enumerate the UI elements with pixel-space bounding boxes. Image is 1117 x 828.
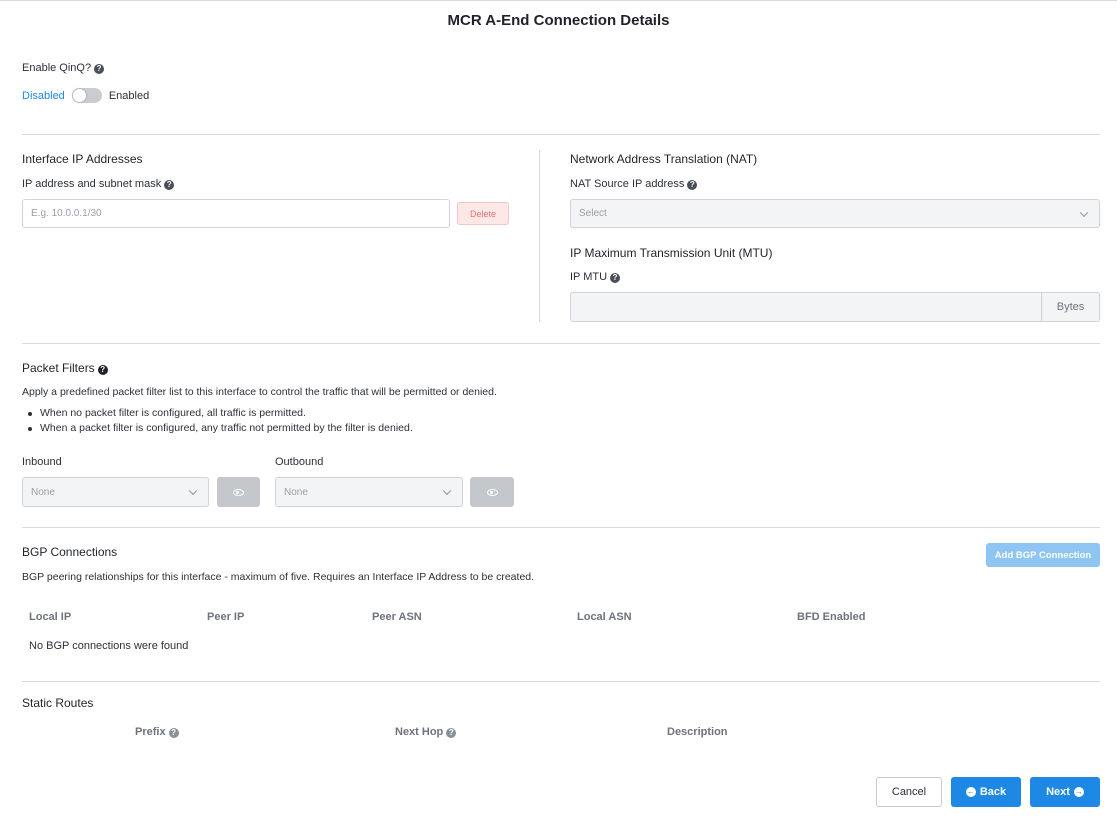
delete-button[interactable]: Delete: [457, 202, 509, 225]
mtu-heading: IP Maximum Transmission Unit (MTU): [570, 246, 773, 260]
outbound-select-value: None: [284, 486, 308, 498]
view-outbound-button[interactable]: [470, 477, 514, 507]
qinq-toggle-row: Disabled Enabled: [22, 88, 149, 103]
qinq-disabled-label: Disabled: [22, 89, 65, 102]
packet-filters-bullets: When no packet filter is configured, all…: [22, 406, 413, 436]
nat-source-select[interactable]: Select: [570, 199, 1100, 228]
ip-field-label-row: IP address and subnet mask?: [22, 178, 175, 190]
back-button[interactable]: ← Back: [951, 777, 1021, 807]
bgp-heading: BGP Connections: [22, 545, 118, 559]
cancel-button[interactable]: Cancel: [876, 777, 942, 807]
column-header: Description: [667, 726, 728, 738]
static-routes-heading: Static Routes: [22, 696, 94, 710]
column-header: Next Hop: [395, 726, 444, 738]
column-header: Peer IP: [207, 611, 245, 623]
outbound-select[interactable]: None: [275, 477, 463, 507]
chevron-down-icon: [442, 486, 452, 496]
page-title: MCR A-End Connection Details: [447, 12, 670, 29]
interface-ip-heading: Interface IP Addresses: [22, 152, 143, 166]
view-inbound-button[interactable]: [217, 477, 260, 507]
mtu-unit-addon: Bytes: [1041, 292, 1100, 322]
mtu-field-label-row: IP MTU?: [570, 271, 621, 283]
nat-field-label: NAT Source IP address: [570, 178, 685, 190]
nat-field-label-row: NAT Source IP address?: [570, 178, 698, 190]
packet-filters-description: Apply a predefined packet filter list to…: [22, 386, 497, 398]
help-icon[interactable]: ?: [94, 64, 105, 74]
outbound-label: Outbound: [275, 456, 324, 468]
column-header: Local ASN: [577, 611, 632, 623]
inbound-select-value: None: [31, 486, 55, 498]
qinq-label-row: Enable QinQ??: [22, 62, 105, 74]
inbound-label: Inbound: [22, 456, 62, 468]
column-header: Prefix: [135, 726, 166, 738]
vertical-divider: [539, 150, 540, 322]
help-icon[interactable]: ?: [168, 728, 179, 738]
bgp-empty-message: No BGP connections were found: [29, 640, 189, 652]
qinq-label: Enable QinQ?: [22, 62, 92, 74]
arrow-right-icon: →: [1073, 787, 1084, 797]
column-header: BFD Enabled: [797, 611, 866, 623]
eye-icon: [486, 488, 498, 496]
next-label: Next: [1046, 786, 1070, 798]
column-header-next-hop: Next Hop?: [395, 726, 457, 738]
inbound-select[interactable]: None: [22, 477, 209, 507]
top-divider: [0, 0, 1117, 1]
divider: [22, 527, 1100, 528]
add-bgp-connection-button[interactable]: Add BGP Connection: [986, 543, 1100, 567]
list-item: When a packet filter is configured, any …: [22, 421, 413, 436]
help-icon[interactable]: ?: [164, 180, 175, 190]
nat-heading: Network Address Translation (NAT): [570, 152, 758, 166]
help-icon[interactable]: ?: [446, 728, 457, 738]
toggle-knob: [72, 89, 86, 102]
column-header: Local IP: [29, 611, 72, 623]
packet-filters-heading-row: Packet Filters?: [22, 361, 108, 375]
divider: [22, 134, 1100, 135]
packet-filters-heading: Packet Filters: [22, 361, 95, 375]
list-item: When no packet filter is configured, all…: [22, 406, 413, 421]
mtu-input[interactable]: [570, 292, 1042, 322]
ip-address-input[interactable]: E.g. 10.0.0.1/30: [22, 199, 450, 228]
help-icon[interactable]: ?: [687, 180, 698, 190]
column-header-prefix: Prefix?: [135, 726, 179, 738]
eye-icon: [233, 488, 244, 496]
divider: [22, 681, 1100, 682]
qinq-toggle[interactable]: [71, 88, 102, 103]
chevron-down-icon: [1079, 208, 1089, 217]
next-button[interactable]: Next →: [1030, 777, 1100, 807]
help-icon[interactable]: ?: [97, 365, 108, 375]
arrow-left-icon: ←: [965, 787, 976, 797]
help-icon[interactable]: ?: [610, 273, 621, 283]
back-label: Back: [979, 786, 1007, 798]
bgp-description: BGP peering relationships for this inter…: [22, 571, 535, 583]
mtu-field-label: IP MTU: [570, 271, 608, 283]
qinq-enabled-label: Enabled: [108, 89, 150, 102]
column-header: Peer ASN: [372, 611, 422, 623]
chevron-down-icon: [188, 486, 198, 496]
divider: [22, 343, 1100, 344]
ip-field-label: IP address and subnet mask: [22, 178, 162, 190]
nat-select-value: Select: [579, 208, 607, 219]
